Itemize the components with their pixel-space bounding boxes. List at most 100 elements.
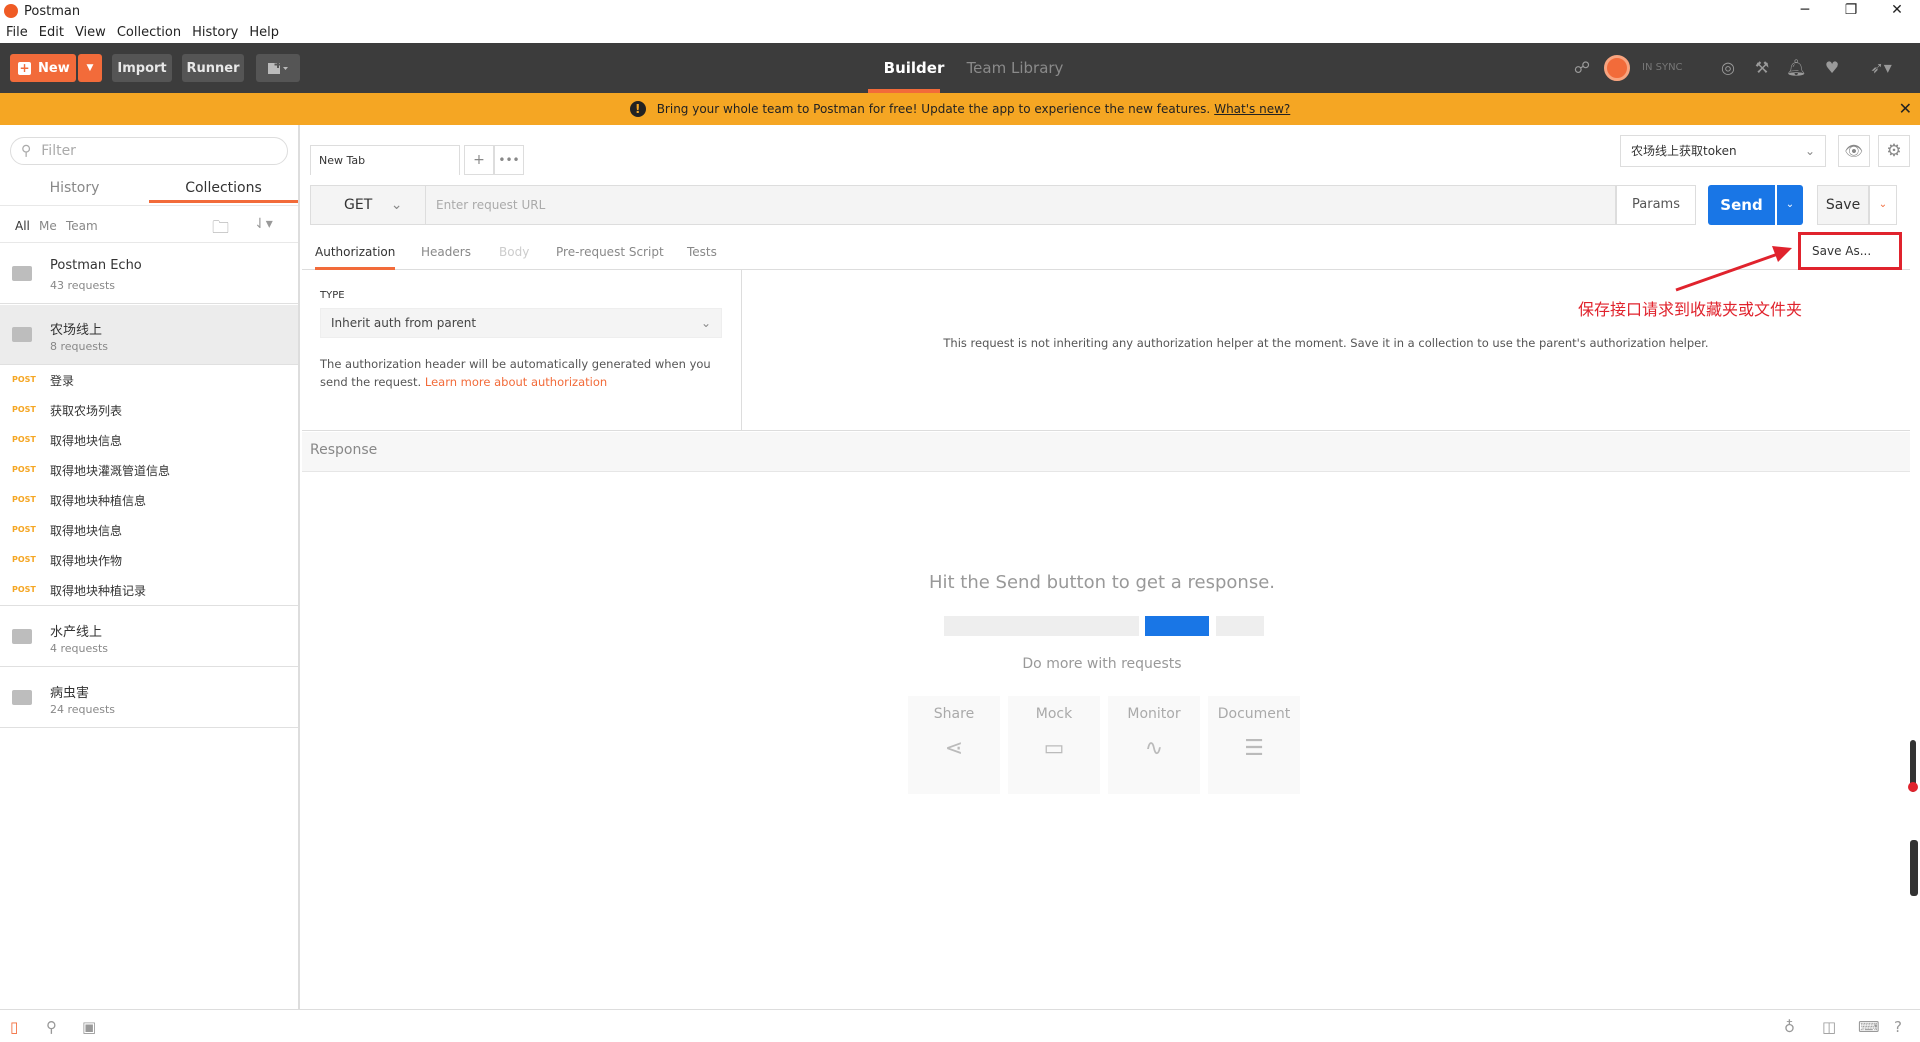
collection-name: 水产线上 — [50, 625, 103, 640]
keyboard-icon[interactable]: ⌨ — [1858, 1018, 1880, 1036]
bell-icon[interactable]: 🔔︎ — [1786, 58, 1806, 78]
request-item[interactable]: POST 取得地块作物 — [0, 546, 298, 576]
request-item[interactable]: POST 获取农场列表 — [0, 396, 298, 426]
learn-more-auth-link[interactable]: Learn more about authorization — [425, 375, 607, 389]
request-item[interactable]: POST 取得地块种植信息 — [0, 486, 298, 516]
mock-card[interactable]: Mock ▭ — [1008, 696, 1100, 794]
share-card[interactable]: Share ⋖ — [908, 696, 1000, 794]
whats-new-link[interactable]: What's new? — [1214, 102, 1290, 116]
monitor-card[interactable]: Monitor ∿ — [1108, 696, 1200, 794]
collection-item[interactable]: 病虫害 24 requests — [0, 668, 298, 728]
environment-quick-look-icon[interactable]: 👁︎ — [1838, 135, 1870, 167]
menu-view[interactable]: View — [75, 25, 106, 40]
request-name: 登录 — [50, 374, 75, 388]
url-row: GET ⌄ Enter request URL Params Send ⌄ Sa… — [310, 185, 1910, 225]
filter-input[interactable]: ⚲ Filter — [10, 137, 288, 165]
wrench-icon[interactable]: ⚒ — [1752, 58, 1772, 78]
two-pane-view-icon[interactable]: ◫ — [1822, 1018, 1836, 1036]
environment-selected: 农场线上获取token — [1631, 144, 1737, 158]
filter-me[interactable]: Me — [39, 219, 57, 233]
new-window-button[interactable] — [256, 54, 300, 82]
auth-config-panel: TYPE Inherit auth from parent ⌄ The auth… — [302, 270, 742, 430]
response-label: Response — [310, 442, 378, 458]
auth-type-label: TYPE — [320, 290, 345, 301]
collection-item[interactable]: 水产线上 4 requests — [0, 607, 298, 667]
scrollbar-thumb[interactable] — [1910, 840, 1918, 896]
tab-pre-request-script[interactable]: Pre-request Script — [556, 240, 664, 270]
menu-collection[interactable]: Collection — [117, 25, 181, 40]
document-card[interactable]: Document ☰ — [1208, 696, 1300, 794]
request-method: POST — [12, 435, 36, 444]
sync-status-icon[interactable] — [1604, 55, 1630, 81]
environment-select[interactable]: 农场线上获取token ⌄ — [1620, 135, 1826, 167]
send-dropdown-button[interactable]: ⌄ — [1777, 185, 1803, 225]
collection-name: 农场线上 — [50, 323, 103, 338]
postman-logo-icon — [4, 4, 18, 18]
tab-headers[interactable]: Headers — [421, 240, 471, 270]
user-menu-icon[interactable]: ➶▾ — [1866, 58, 1896, 78]
tab-tests[interactable]: Tests — [687, 240, 717, 270]
close-banner-icon[interactable]: ✕ — [1899, 99, 1912, 118]
collection-item[interactable]: Postman Echo 43 requests — [0, 244, 298, 304]
tab-builder[interactable]: Builder — [878, 43, 950, 93]
close-window-button[interactable]: ✕ — [1874, 0, 1920, 22]
card-label: Mock — [1035, 706, 1073, 722]
folder-icon — [12, 266, 32, 281]
auth-type-select[interactable]: Inherit auth from parent ⌄ — [320, 308, 722, 338]
url-input[interactable]: Enter request URL — [426, 185, 1616, 225]
new-collection-icon[interactable]: 🗀︎ — [212, 215, 229, 244]
request-item[interactable]: POST 取得地块信息 — [0, 516, 298, 546]
method-select[interactable]: GET ⌄ — [310, 185, 426, 225]
toggle-sidebar-icon[interactable]: ▯ — [10, 1018, 18, 1036]
save-as-menu-item[interactable]: Save As... — [1798, 232, 1902, 270]
filter-all[interactable]: All — [15, 219, 30, 233]
add-tab-button[interactable]: + — [464, 145, 494, 175]
menu-help[interactable]: Help — [249, 25, 279, 40]
request-item[interactable]: POST 登录 — [0, 366, 298, 396]
heart-icon[interactable]: ♥ — [1822, 58, 1842, 78]
new-button-label: New — [38, 60, 70, 76]
save-button[interactable]: Save — [1817, 185, 1869, 225]
menu-edit[interactable]: Edit — [39, 25, 64, 40]
collection-count: 24 requests — [50, 703, 116, 716]
request-method: POST — [12, 525, 36, 534]
satellite-icon[interactable]: ☍ — [1572, 58, 1592, 78]
runner-button[interactable]: Runner — [182, 54, 244, 82]
filter-team[interactable]: Team — [66, 219, 98, 233]
help-icon[interactable]: ? — [1894, 1018, 1902, 1036]
tab-team-library[interactable]: Team Library — [950, 43, 1080, 93]
menu-history[interactable]: History — [192, 25, 238, 40]
maximize-button[interactable]: ❐ — [1828, 0, 1874, 22]
interceptor-icon[interactable]: ◎ — [1718, 58, 1738, 78]
request-item[interactable]: POST 取得地块灌溉管道信息 — [0, 456, 298, 486]
new-dropdown-button[interactable]: ▼ — [78, 54, 102, 82]
request-method: POST — [12, 495, 36, 504]
import-button[interactable]: Import — [112, 54, 172, 82]
request-item[interactable]: POST 取得地块种植记录 — [0, 576, 298, 606]
request-item[interactable]: POST 取得地块信息 — [0, 426, 298, 456]
request-tab[interactable]: New Tab — [310, 145, 460, 175]
minimize-button[interactable]: ─ — [1782, 0, 1828, 22]
tab-authorization[interactable]: Authorization — [315, 240, 396, 270]
tab-body[interactable]: Body — [499, 240, 529, 270]
card-label: Monitor — [1127, 706, 1181, 722]
collection-filter-bar: All Me Team 🗀︎ ⇃▾ — [0, 215, 298, 239]
request-name: 取得地块种植信息 — [50, 494, 147, 508]
chevron-down-icon: ⌄ — [700, 316, 711, 330]
tab-history[interactable]: History — [0, 173, 149, 203]
sync-status-text: IN SYNC — [1642, 62, 1683, 73]
save-dropdown-button[interactable]: ⌄ — [1869, 185, 1897, 225]
console-icon[interactable]: ▣ — [82, 1018, 96, 1036]
gear-icon[interactable]: ⚙ — [1878, 135, 1910, 167]
new-button[interactable]: + New — [10, 54, 76, 82]
send-button[interactable]: Send — [1708, 185, 1775, 225]
collection-item[interactable]: 农场线上 8 requests — [0, 305, 298, 365]
lightbulb-icon[interactable]: ♁ — [1784, 1018, 1795, 1036]
params-button[interactable]: Params — [1616, 185, 1696, 225]
menu-file[interactable]: File — [6, 25, 28, 40]
tab-collections[interactable]: Collections — [149, 173, 298, 203]
divider — [0, 205, 298, 206]
sort-icon[interactable]: ⇃▾ — [254, 216, 273, 232]
more-tabs-button[interactable]: ••• — [494, 145, 524, 175]
search-icon[interactable]: ⚲ — [46, 1018, 57, 1036]
